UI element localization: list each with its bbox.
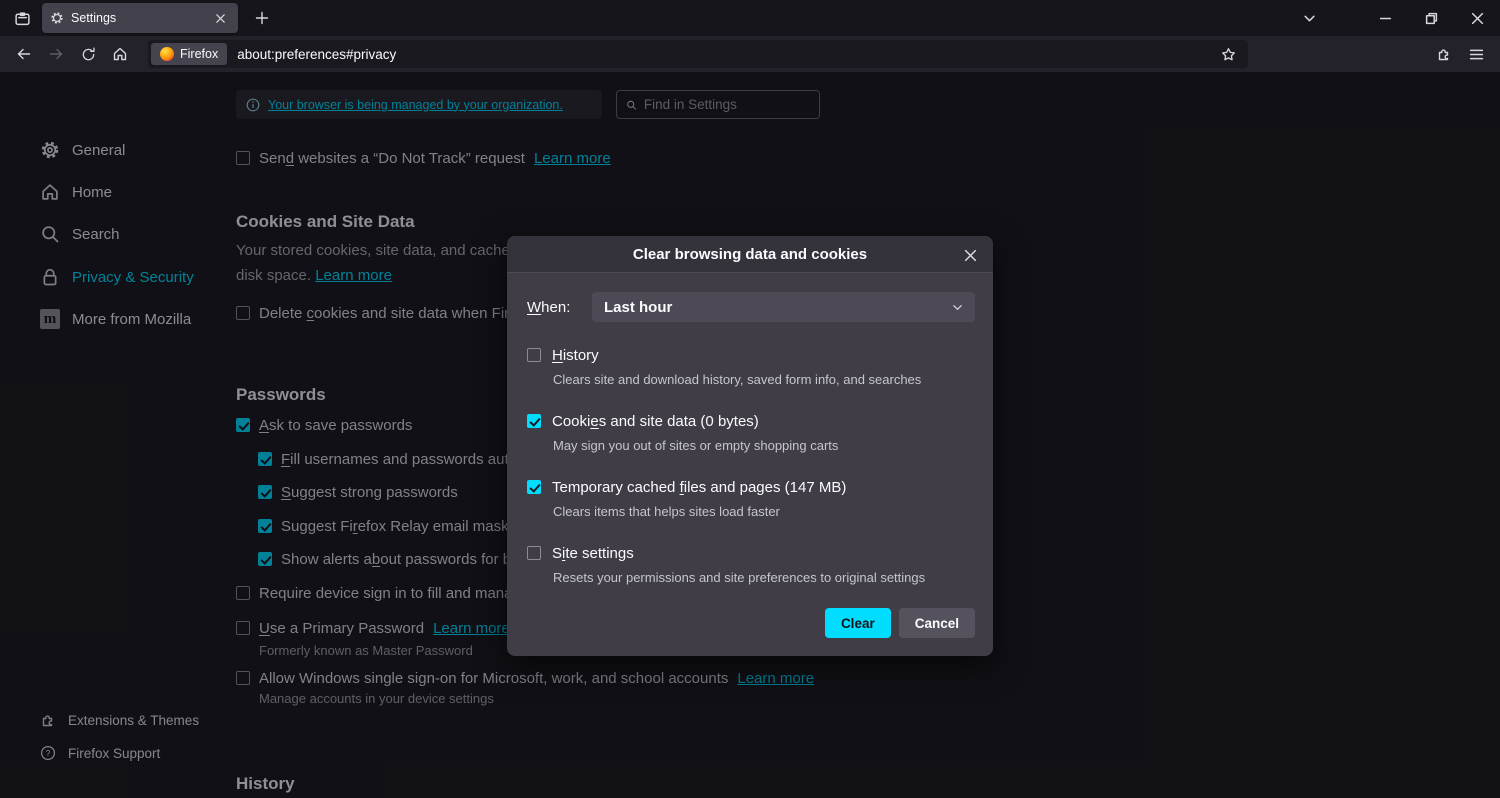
settings-page: General Home Search Privacy & Security m… bbox=[0, 72, 1500, 798]
cookies-option-row: Cookies and site data (0 bytes) bbox=[527, 411, 975, 431]
when-row: When: Last hour bbox=[527, 292, 975, 322]
bookmark-star-icon[interactable] bbox=[1216, 42, 1240, 66]
tab-strip: Settings bbox=[0, 0, 1500, 36]
site-settings-option-label: Site settings bbox=[552, 545, 634, 562]
firefox-logo-icon bbox=[160, 47, 174, 61]
url-text[interactable]: about:preferences#privacy bbox=[237, 47, 1216, 62]
cache-checkbox[interactable] bbox=[527, 480, 541, 494]
close-window-button[interactable] bbox=[1454, 0, 1500, 36]
site-settings-option-row: Site settings bbox=[527, 543, 975, 563]
dialog-header: Clear browsing data and cookies bbox=[507, 236, 993, 273]
dialog-title: Clear browsing data and cookies bbox=[633, 246, 867, 263]
cache-option-row: Temporary cached files and pages (147 MB… bbox=[527, 477, 975, 497]
browser-window: Settings bbox=[0, 0, 1500, 798]
reload-icon[interactable] bbox=[72, 39, 104, 69]
extensions-puzzle-icon[interactable] bbox=[1428, 39, 1460, 69]
toolbar-right bbox=[1428, 39, 1492, 69]
cookies-option-label: Cookies and site data (0 bytes) bbox=[552, 413, 759, 430]
cache-option-label: Temporary cached files and pages (147 MB… bbox=[552, 479, 846, 496]
dialog-close-icon[interactable] bbox=[957, 242, 983, 268]
cancel-button[interactable]: Cancel bbox=[899, 608, 975, 638]
history-option-label: History bbox=[552, 347, 599, 364]
when-label: When: bbox=[527, 299, 573, 316]
tab-close-icon[interactable] bbox=[210, 8, 230, 28]
gear-icon bbox=[50, 11, 64, 25]
back-button[interactable] bbox=[8, 39, 40, 69]
menu-hamburger-icon[interactable] bbox=[1460, 39, 1492, 69]
list-all-tabs-icon[interactable] bbox=[1286, 0, 1332, 36]
identity-chip[interactable]: Firefox bbox=[151, 43, 227, 65]
url-bar[interactable]: Firefox about:preferences#privacy bbox=[148, 40, 1248, 68]
when-select-value: Last hour bbox=[604, 299, 952, 316]
tab-settings[interactable]: Settings bbox=[42, 3, 238, 33]
cookies-option-desc: May sign you out of sites or empty shopp… bbox=[553, 438, 975, 454]
cookies-checkbox[interactable] bbox=[527, 414, 541, 428]
firefox-view-icon[interactable] bbox=[8, 4, 36, 32]
clear-button[interactable]: Clear bbox=[825, 608, 891, 638]
history-checkbox[interactable] bbox=[527, 348, 541, 362]
new-tab-button[interactable] bbox=[248, 4, 276, 32]
history-option-row: History bbox=[527, 345, 975, 365]
site-settings-option-desc: Resets your permissions and site prefere… bbox=[553, 570, 975, 586]
forward-button[interactable] bbox=[40, 39, 72, 69]
home-icon[interactable] bbox=[104, 39, 136, 69]
navigation-toolbar: Firefox about:preferences#privacy bbox=[0, 36, 1500, 72]
clear-data-dialog: Clear browsing data and cookies When: La… bbox=[507, 236, 993, 656]
history-option-desc: Clears site and download history, saved … bbox=[553, 372, 975, 388]
identity-label: Firefox bbox=[180, 47, 218, 61]
tab-title: Settings bbox=[71, 11, 210, 25]
cache-option-desc: Clears items that helps sites load faste… bbox=[553, 504, 975, 520]
when-select[interactable]: Last hour bbox=[592, 292, 975, 322]
restore-button[interactable] bbox=[1408, 0, 1454, 36]
site-settings-checkbox[interactable] bbox=[527, 546, 541, 560]
minimize-button[interactable] bbox=[1362, 0, 1408, 36]
dialog-body: When: Last hour History Clears site and … bbox=[507, 273, 993, 656]
chevron-down-icon bbox=[952, 302, 963, 313]
dialog-buttons: Clear Cancel bbox=[527, 608, 975, 638]
